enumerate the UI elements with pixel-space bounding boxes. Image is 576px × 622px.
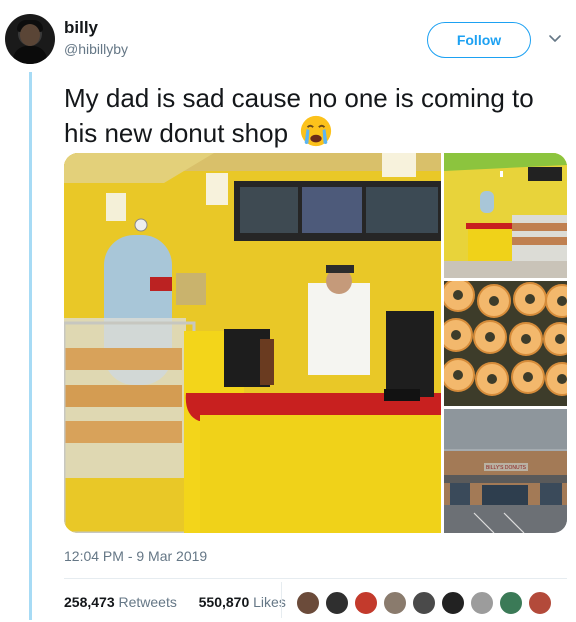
retweets-label[interactable]: Retweets [119, 594, 177, 610]
liker-avatar[interactable] [498, 590, 524, 616]
thread-line [29, 72, 32, 620]
engagement-stats: 258,473 Retweets 550,870 Likes [64, 594, 286, 610]
display-name[interactable]: billy [64, 18, 98, 38]
avatar[interactable] [5, 14, 55, 64]
photo-shop-interior[interactable] [64, 153, 441, 533]
store-sign: BILLY'S DONUTS [486, 465, 527, 471]
stats-separator [281, 582, 282, 618]
liker-avatar[interactable] [324, 590, 350, 616]
liker-avatar[interactable] [469, 590, 495, 616]
photo-storefront[interactable]: BILLY'S DONUTS [444, 409, 567, 533]
tweet-text: My dad is sad cause no one is coming to … [64, 82, 569, 149]
liker-avatar[interactable] [295, 590, 321, 616]
chevron-down-icon[interactable] [548, 32, 562, 46]
retweets-count[interactable]: 258,473 [64, 594, 115, 610]
tweet-timestamp[interactable]: 12:04 PM - 9 Mar 2019 [64, 548, 207, 564]
liker-avatar[interactable] [411, 590, 437, 616]
user-handle[interactable]: @hibillyby [64, 41, 128, 57]
crying-face-icon [301, 115, 332, 147]
liker-avatar[interactable] [440, 590, 466, 616]
likes-count[interactable]: 550,870 [199, 594, 250, 610]
follow-button[interactable]: Follow [427, 22, 531, 58]
photo-glazed-donuts[interactable] [444, 281, 567, 406]
tweet-media[interactable]: BILLY'S DONUTS [64, 153, 567, 533]
divider [64, 578, 567, 579]
liker-avatar[interactable] [353, 590, 379, 616]
photo-shop-wide[interactable] [444, 153, 567, 278]
liker-avatar[interactable] [382, 590, 408, 616]
liker-avatar[interactable] [527, 590, 553, 616]
